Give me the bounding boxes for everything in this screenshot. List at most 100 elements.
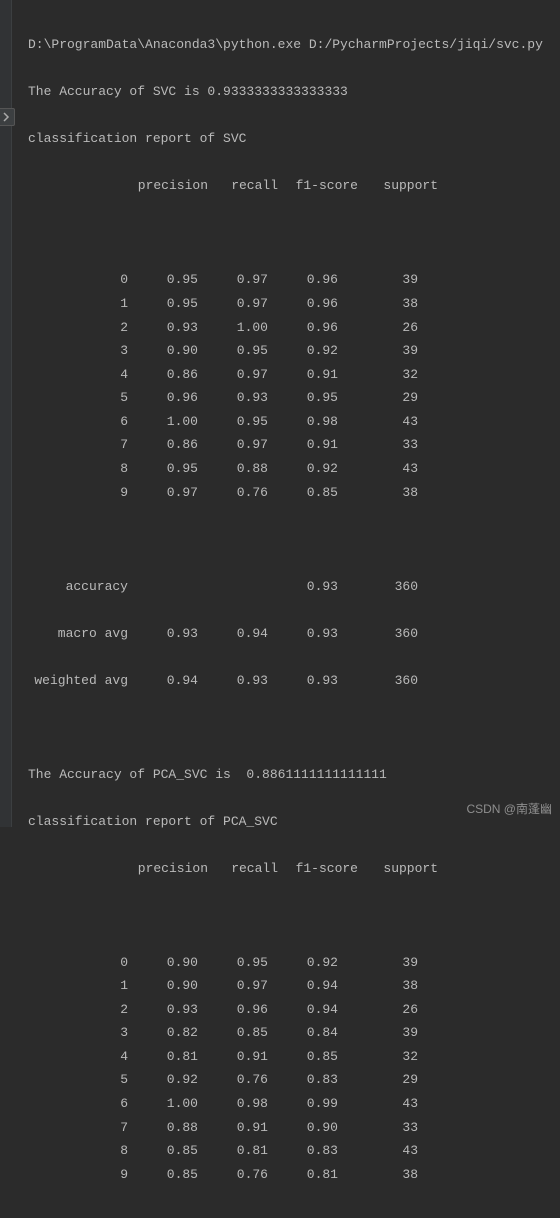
- table-row: 61.000.950.9843: [28, 410, 543, 434]
- precision-value: 0.85: [128, 1163, 198, 1186]
- class-label: 3: [28, 339, 128, 362]
- support-value: 43: [338, 1139, 418, 1162]
- f1-value: 0.94: [268, 974, 338, 997]
- class-label: 0: [28, 951, 128, 974]
- class-label: 9: [28, 1163, 128, 1186]
- recall-value: 0.97: [198, 363, 268, 386]
- fold-toggle-button[interactable]: [0, 108, 15, 126]
- recall-value: 0.95: [198, 951, 268, 974]
- recall-value: 0.98: [198, 1092, 268, 1115]
- table-row: 80.950.880.9243: [28, 457, 543, 481]
- header-support: support: [358, 174, 438, 197]
- f1-value: 0.92: [268, 339, 338, 362]
- blank-line: [28, 904, 543, 928]
- support-value: 39: [338, 339, 418, 362]
- support-value: 29: [338, 1068, 418, 1091]
- precision-value: 0.88: [128, 1116, 198, 1139]
- table-row: 00.950.970.9639: [28, 268, 543, 292]
- recall-value: 0.97: [198, 974, 268, 997]
- support-value: 26: [338, 316, 418, 339]
- support-value: 38: [338, 1163, 418, 1186]
- recall-value: 0.93: [198, 386, 268, 409]
- table-row: 30.820.850.8439: [28, 1021, 543, 1045]
- f1-value: 0.96: [268, 268, 338, 291]
- class-label: 4: [28, 363, 128, 386]
- f1-value: 0.94: [268, 998, 338, 1021]
- support-value: 39: [338, 1021, 418, 1044]
- recall-value: 0.81: [198, 1139, 268, 1162]
- precision-value: 0.86: [128, 433, 198, 456]
- support-value: 43: [338, 410, 418, 433]
- precision-value: 0.85: [128, 1139, 198, 1162]
- precision-value: 0.93: [128, 316, 198, 339]
- recall-value: 0.95: [198, 410, 268, 433]
- f1-value: 0.83: [268, 1068, 338, 1091]
- class-label: 1: [28, 974, 128, 997]
- pca-header-row: precisionrecallf1-scoresupport: [28, 857, 543, 881]
- svc-macro-row: macro avg0.930.940.93360: [28, 622, 543, 646]
- recall-value: 0.97: [198, 292, 268, 315]
- f1-value: 0.92: [268, 951, 338, 974]
- table-row: 30.900.950.9239: [28, 339, 543, 363]
- chevron-right-icon: [1, 112, 11, 122]
- header-f1: f1-score: [278, 857, 358, 880]
- class-label: 1: [28, 292, 128, 315]
- table-row: 40.810.910.8532: [28, 1045, 543, 1069]
- support-value: 26: [338, 998, 418, 1021]
- command-line: D:\ProgramData\Anaconda3\python.exe D:/P…: [28, 33, 543, 57]
- f1-value: 0.83: [268, 1139, 338, 1162]
- f1-value: 0.84: [268, 1021, 338, 1044]
- header-recall: recall: [208, 857, 278, 880]
- precision-value: 0.95: [128, 457, 198, 480]
- support-value: 32: [338, 363, 418, 386]
- support-value: 29: [338, 386, 418, 409]
- table-row: 70.860.970.9133: [28, 433, 543, 457]
- f1-value: 0.98: [268, 410, 338, 433]
- precision-value: 0.90: [128, 951, 198, 974]
- f1-value: 0.81: [268, 1163, 338, 1186]
- f1-value: 0.91: [268, 433, 338, 456]
- support-value: 43: [338, 457, 418, 480]
- f1-value: 0.91: [268, 363, 338, 386]
- table-row: 20.931.000.9626: [28, 316, 543, 340]
- support-value: 38: [338, 481, 418, 504]
- table-row: 61.000.980.9943: [28, 1092, 543, 1116]
- table-row: 50.960.930.9529: [28, 386, 543, 410]
- svc-weighted-row: weighted avg0.940.930.93360: [28, 669, 543, 693]
- f1-value: 0.96: [268, 316, 338, 339]
- table-row: 90.970.760.8538: [28, 481, 543, 505]
- recall-value: 0.76: [198, 1068, 268, 1091]
- precision-value: 1.00: [128, 1092, 198, 1115]
- table-row: 90.850.760.8138: [28, 1163, 543, 1187]
- recall-value: 0.91: [198, 1116, 268, 1139]
- support-value: 38: [338, 974, 418, 997]
- f1-value: 0.92: [268, 457, 338, 480]
- editor-gutter: [0, 0, 12, 827]
- recall-value: 0.76: [198, 481, 268, 504]
- console-output[interactable]: D:\ProgramData\Anaconda3\python.exe D:/P…: [14, 0, 551, 1218]
- svc-accuracy-line: The Accuracy of SVC is 0.933333333333333…: [28, 80, 543, 104]
- precision-value: 0.93: [128, 998, 198, 1021]
- f1-value: 0.95: [268, 386, 338, 409]
- class-label: 4: [28, 1045, 128, 1068]
- class-label: 9: [28, 481, 128, 504]
- support-value: 39: [338, 268, 418, 291]
- support-value: 33: [338, 433, 418, 456]
- header-precision: precision: [128, 857, 208, 880]
- table-row: 20.930.960.9426: [28, 998, 543, 1022]
- class-label: 7: [28, 1116, 128, 1139]
- precision-value: 0.96: [128, 386, 198, 409]
- svc-accuracy-row: accuracy0.93360: [28, 575, 543, 599]
- support-value: 38: [338, 292, 418, 315]
- support-value: 32: [338, 1045, 418, 1068]
- support-value: 43: [338, 1092, 418, 1115]
- f1-value: 0.85: [268, 481, 338, 504]
- header-f1: f1-score: [278, 174, 358, 197]
- class-label: 5: [28, 1068, 128, 1091]
- table-row: 70.880.910.9033: [28, 1116, 543, 1140]
- svc-report-title: classification report of SVC: [28, 127, 543, 151]
- class-label: 6: [28, 1092, 128, 1115]
- recall-value: 0.88: [198, 457, 268, 480]
- class-label: 5: [28, 386, 128, 409]
- table-row: 80.850.810.8343: [28, 1139, 543, 1163]
